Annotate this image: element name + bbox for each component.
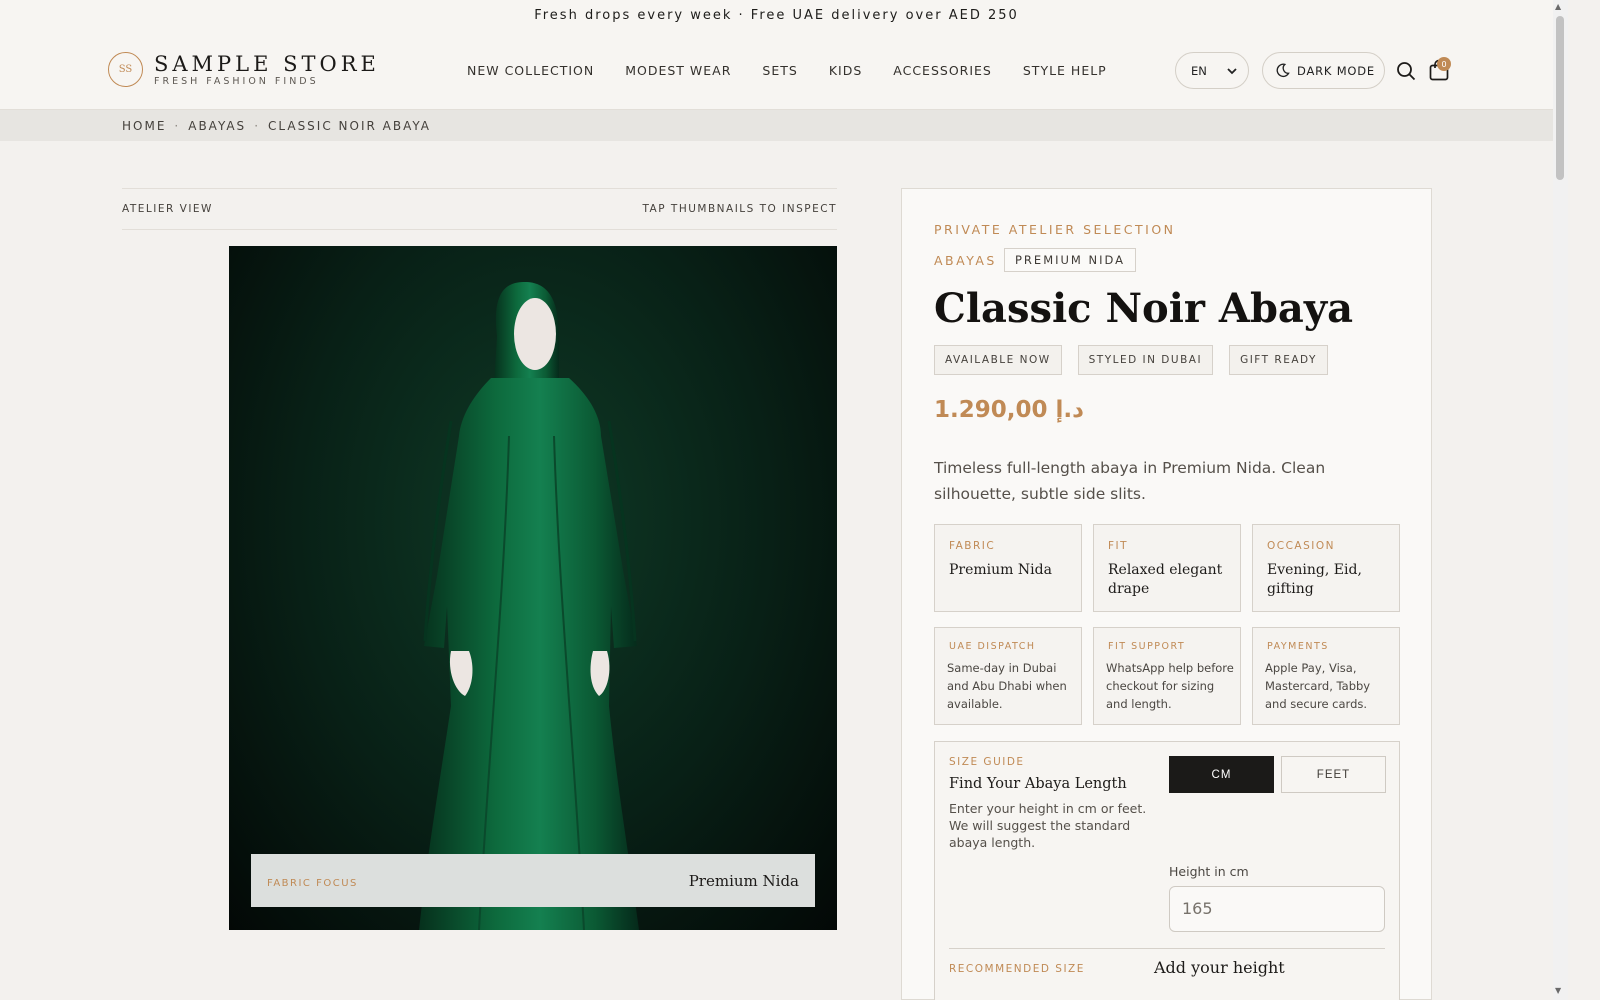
spec-value: Premium Nida (949, 562, 1052, 578)
unit-cm-button[interactable]: CM (1169, 756, 1274, 793)
size-guide-label: SIZE GUIDE (949, 756, 1025, 768)
language-select[interactable]: EN (1175, 52, 1249, 89)
dark-mode-toggle[interactable]: DARK MODE (1262, 52, 1385, 89)
spec-value: Evening, Eid, gifting (1267, 562, 1362, 597)
spec-label: OCCASION (1267, 540, 1335, 552)
logo[interactable]: SS SAMPLE STORE FRESH FASHION FINDS (108, 52, 380, 87)
brand-name: SAMPLE STORE (154, 51, 380, 76)
dark-mode-label: DARK MODE (1297, 63, 1376, 78)
breadcrumb-abayas[interactable]: ABAYAS (188, 119, 246, 133)
service-value: Same-day in Dubai and Abu Dhabi when ava… (947, 661, 1067, 711)
moon-icon (1276, 63, 1290, 78)
nav-style-help[interactable]: STYLE HELP (1023, 63, 1107, 78)
product-title: Classic Noir Abaya (934, 285, 1353, 332)
scroll-down-arrow-icon[interactable]: ▼ (1555, 986, 1561, 995)
fabric-focus-value: Premium Nida (688, 871, 799, 890)
height-input[interactable]: 165 (1169, 886, 1385, 932)
service-value: WhatsApp help before checkout for sizing… (1106, 661, 1234, 711)
tag-styled-in-dubai: STYLED IN DUBAI (1077, 345, 1214, 375)
unit-feet-button[interactable]: FEET (1281, 756, 1386, 793)
size-guide-description: Enter your height in cm or feet. We will… (949, 801, 1147, 850)
logo-badge: SS (108, 52, 143, 87)
recommended-size-label: RECOMMENDED SIZE (949, 963, 1085, 975)
spec-value: Relaxed elegant drape (1108, 562, 1223, 597)
scrollbar-thumb[interactable] (1556, 16, 1564, 180)
service-card-fit-support: FIT SUPPORT WhatsApp help before checkou… (1093, 627, 1241, 725)
scroll-up-arrow-icon[interactable]: ▲ (1555, 2, 1561, 11)
atelier-view-label: ATELIER VIEW (122, 203, 213, 215)
height-label: Height in cm (1169, 864, 1249, 879)
product-category[interactable]: ABAYAS (934, 253, 997, 268)
service-card-payments: PAYMENTS Apple Pay, Visa, Mastercard, Ta… (1252, 627, 1400, 725)
nav-accessories[interactable]: ACCESSORIES (893, 63, 992, 78)
fabric-focus-label: FABRIC FOCUS (267, 878, 358, 889)
breadcrumb: HOME · ABAYAS · CLASSIC NOIR ABAYA (0, 110, 1553, 141)
page-scrollbar[interactable]: ▲ ▼ (1553, 0, 1568, 1000)
breadcrumb-home[interactable]: HOME (122, 119, 166, 133)
brand-tagline: FRESH FASHION FINDS (154, 75, 319, 87)
divider (949, 948, 1385, 949)
site-header: SS SAMPLE STORE FRESH FASHION FINDS NEW … (0, 32, 1553, 110)
gallery-header: ATELIER VIEW TAP THUMBNAILS TO INSPECT (122, 188, 837, 230)
spec-label: FIT (1108, 540, 1129, 552)
language-value: EN (1191, 63, 1207, 78)
product-price: د.إ 1.290,00 (934, 397, 1084, 423)
product-tags: AVAILABLE NOW STYLED IN DUBAI GIFT READY (934, 345, 1328, 375)
product-hero-image[interactable]: FABRIC FOCUS Premium Nida (229, 246, 837, 930)
spec-card-occasion: OCCASION Evening, Eid, gifting (1252, 524, 1400, 612)
product-details-panel: PRIVATE ATELIER SELECTION ABAYAS PREMIUM… (901, 188, 1432, 1000)
thumbnail-hint: TAP THUMBNAILS TO INSPECT (642, 203, 837, 215)
service-label: UAE DISPATCH (949, 641, 1036, 652)
search-icon[interactable] (1396, 61, 1416, 81)
nav-sets[interactable]: SETS (762, 63, 797, 78)
fabric-focus-bar: FABRIC FOCUS Premium Nida (251, 854, 815, 907)
spec-card-fabric: FABRIC Premium Nida (934, 524, 1082, 612)
announcement-bar: Fresh drops every week · Free UAE delive… (0, 0, 1553, 32)
service-label: FIT SUPPORT (1108, 641, 1186, 652)
tag-gift-ready: GIFT READY (1229, 345, 1328, 375)
service-value: Apple Pay, Visa, Mastercard, Tabby and s… (1265, 661, 1371, 711)
breadcrumb-separator: · (174, 118, 181, 133)
nav-new-collection[interactable]: NEW COLLECTION (467, 63, 594, 78)
product-description: Timeless full-length abaya in Premium Ni… (934, 459, 1326, 503)
size-guide-title: Find Your Abaya Length (949, 776, 1127, 792)
spec-label: FABRIC (949, 540, 996, 552)
size-guide: SIZE GUIDE Find Your Abaya Length Enter … (934, 741, 1400, 1000)
recommended-size-value: Add your height (1154, 958, 1285, 977)
cart-count-badge: 0 (1437, 57, 1451, 71)
service-card-uae-dispatch: UAE DISPATCH Same-day in Dubai and Abu D… (934, 627, 1082, 725)
fabric-chip: PREMIUM NIDA (1004, 248, 1137, 272)
spec-card-fit: FIT Relaxed elegant drape (1093, 524, 1241, 612)
chevron-down-icon (1227, 68, 1237, 75)
breadcrumb-current: CLASSIC NOIR ABAYA (268, 118, 431, 133)
breadcrumb-separator: · (254, 118, 261, 133)
main-nav: NEW COLLECTION MODEST WEAR SETS KIDS ACC… (467, 63, 1107, 78)
nav-modest-wear[interactable]: MODEST WEAR (625, 63, 731, 78)
collection-eyebrow: PRIVATE ATELIER SELECTION (934, 222, 1176, 237)
mannequin-abaya-illustration (419, 282, 639, 930)
tag-available-now: AVAILABLE NOW (934, 345, 1062, 375)
service-label: PAYMENTS (1267, 641, 1329, 652)
nav-kids[interactable]: KIDS (829, 63, 862, 78)
